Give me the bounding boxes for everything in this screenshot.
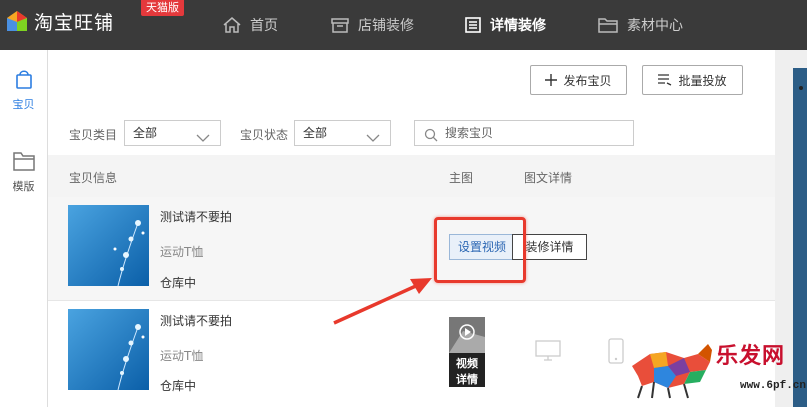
- watermark-text: 乐发网: [716, 343, 786, 369]
- watermark-url: www.6pf.cn: [740, 380, 807, 392]
